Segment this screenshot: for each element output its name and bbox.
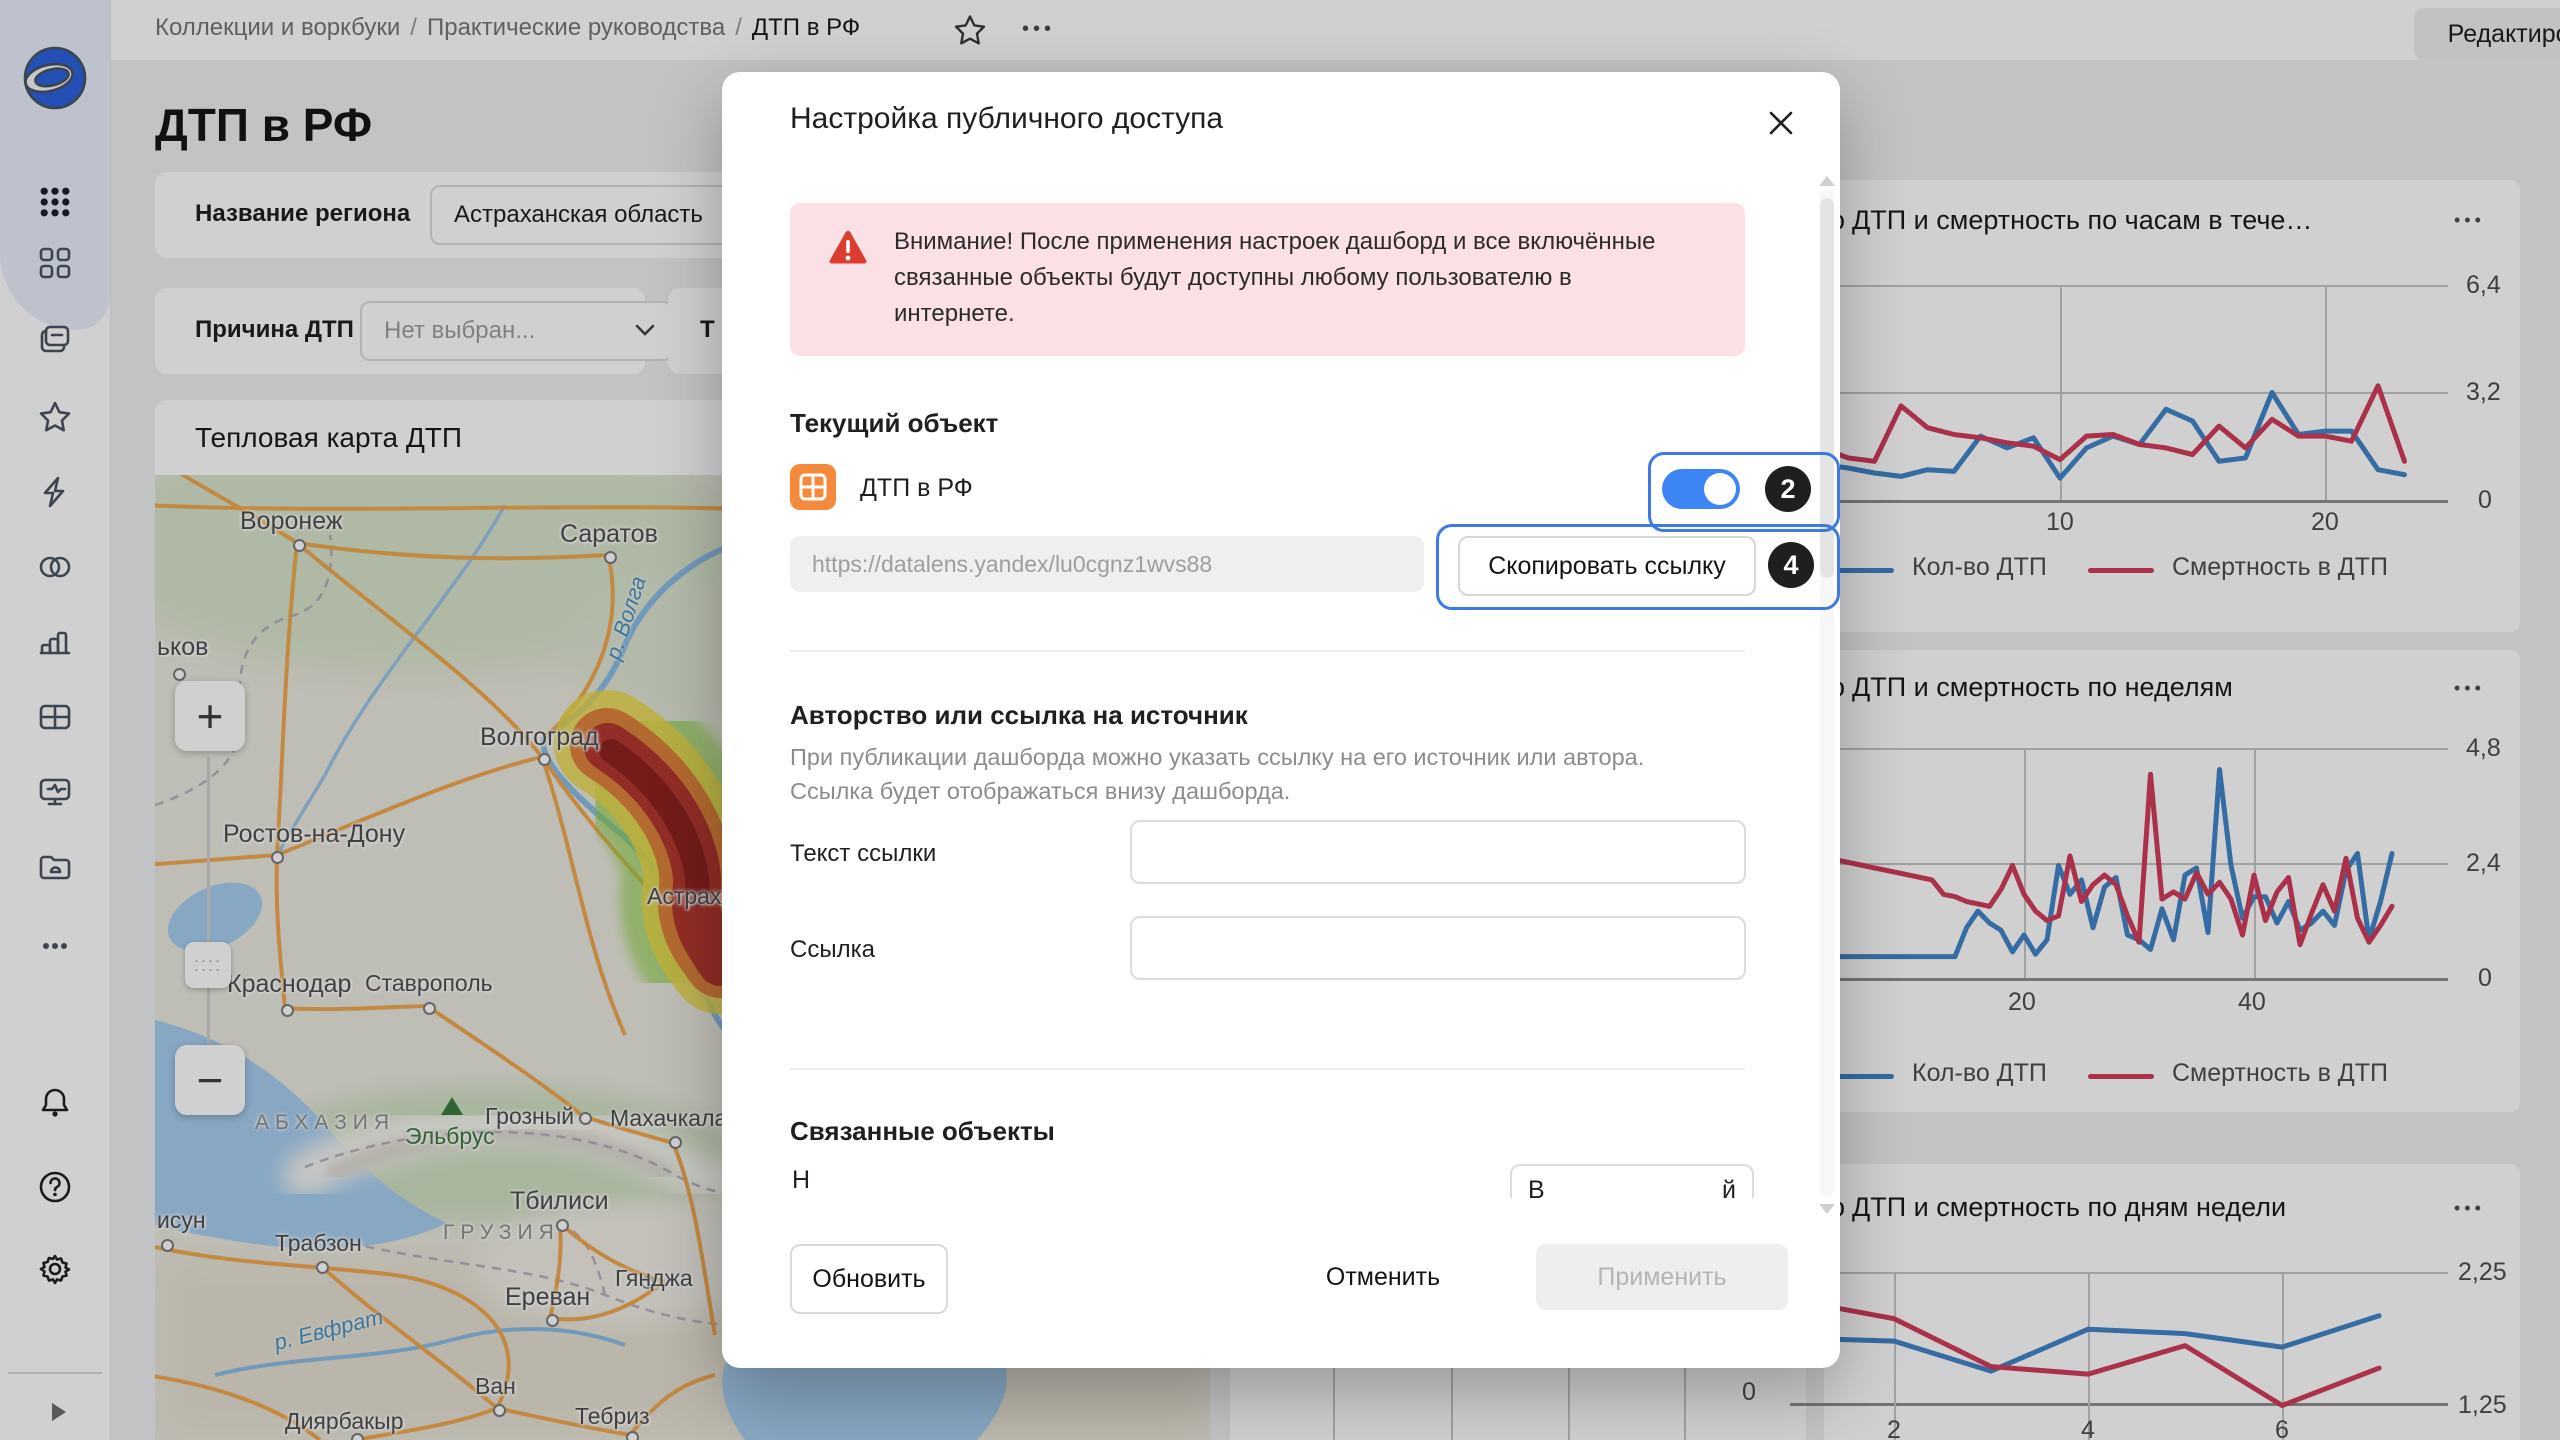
link-text-input[interactable] bbox=[1130, 820, 1746, 884]
public-link-value: https://datalens.yandex/lu0cgnz1wvs88 bbox=[812, 551, 1212, 578]
apply-button-disabled[interactable]: Применить bbox=[1536, 1244, 1788, 1310]
divider bbox=[790, 650, 1745, 652]
partial-letter: В bbox=[1528, 1176, 1545, 1198]
related-objects-heading: Связанные объекты bbox=[790, 1116, 1055, 1147]
authorship-description: При публикации дашборда можно указать сс… bbox=[790, 740, 1644, 808]
link-input[interactable] bbox=[1130, 916, 1746, 980]
current-object-name: ДТП в РФ bbox=[860, 474, 973, 503]
divider bbox=[790, 1068, 1745, 1070]
annotation-outline-2 bbox=[1648, 452, 1840, 532]
partial-letter: й bbox=[1722, 1176, 1736, 1198]
warning-banner: Внимание! После применения настроек дашб… bbox=[790, 203, 1745, 356]
link-text-label: Текст ссылки bbox=[790, 840, 936, 868]
annotation-badge-2: 2 bbox=[1765, 466, 1811, 512]
authorship-heading: Авторство или ссылка на источник bbox=[790, 700, 1248, 731]
cancel-button[interactable]: Отменить bbox=[1288, 1244, 1478, 1310]
annotation-badge-4: 4 bbox=[1768, 542, 1814, 588]
warning-icon bbox=[828, 229, 868, 272]
public-access-dialog: Настройка публичного доступа Внимание! П… bbox=[722, 72, 1840, 1368]
close-icon[interactable] bbox=[1766, 108, 1796, 143]
scrollbar-down-arrow[interactable] bbox=[1819, 1204, 1835, 1214]
dashboard-icon bbox=[790, 464, 836, 515]
public-link-input[interactable]: https://datalens.yandex/lu0cgnz1wvs88 bbox=[790, 536, 1424, 592]
related-filter-button-partial[interactable]: В й bbox=[1510, 1164, 1754, 1198]
link-label: Ссылка bbox=[790, 936, 875, 964]
refresh-button[interactable]: Обновить bbox=[790, 1244, 948, 1314]
warning-text: Внимание! После применения настроек дашб… bbox=[894, 224, 1656, 332]
current-object-heading: Текущий объект bbox=[790, 408, 998, 439]
dialog-title: Настройка публичного доступа bbox=[790, 102, 1223, 136]
datalens-dashboard-page: Коллекции и воркбуки / Практические руко… bbox=[0, 0, 2560, 1440]
related-row-partial: Н bbox=[792, 1166, 832, 1190]
scrollbar-up-arrow[interactable] bbox=[1819, 176, 1835, 186]
